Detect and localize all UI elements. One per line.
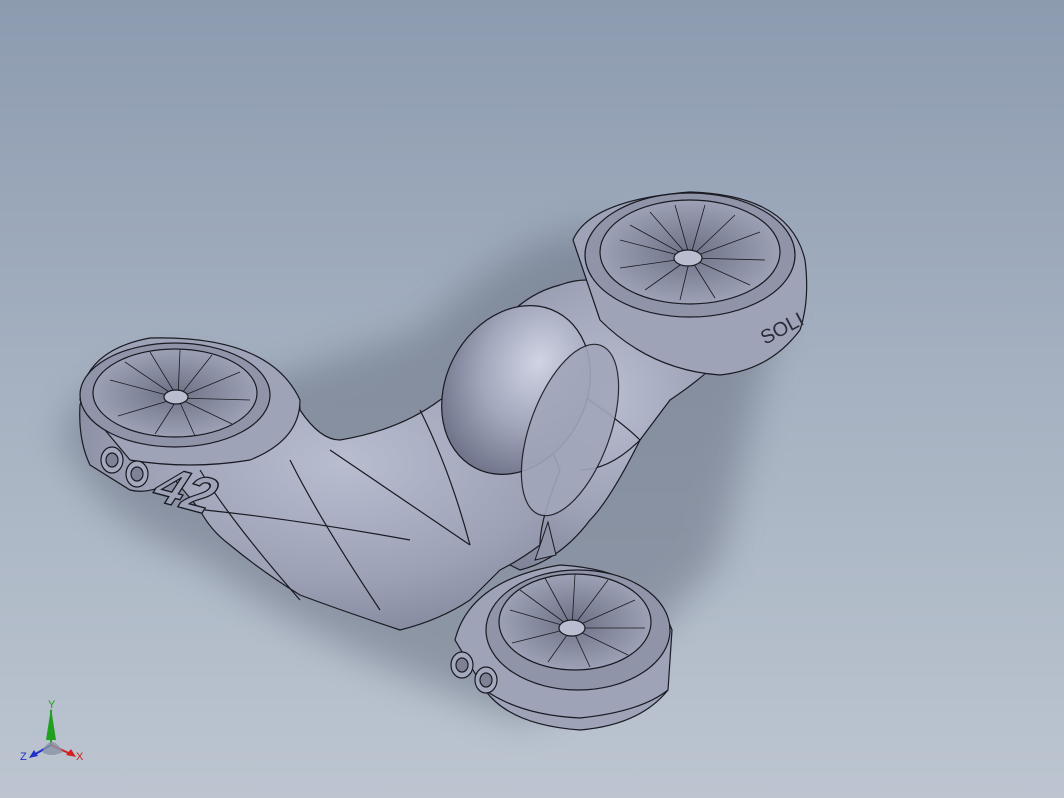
y-axis-label: Y [48, 700, 56, 711]
z-axis-label: Z [20, 751, 27, 763]
3d-model[interactable]: SOLI 42 [0, 0, 1064, 798]
graphics-viewport[interactable]: SOLI 42 Y X Z [0, 0, 1064, 798]
coordinate-triad: Y X Z [20, 700, 84, 763]
x-axis-label: X [76, 751, 84, 763]
